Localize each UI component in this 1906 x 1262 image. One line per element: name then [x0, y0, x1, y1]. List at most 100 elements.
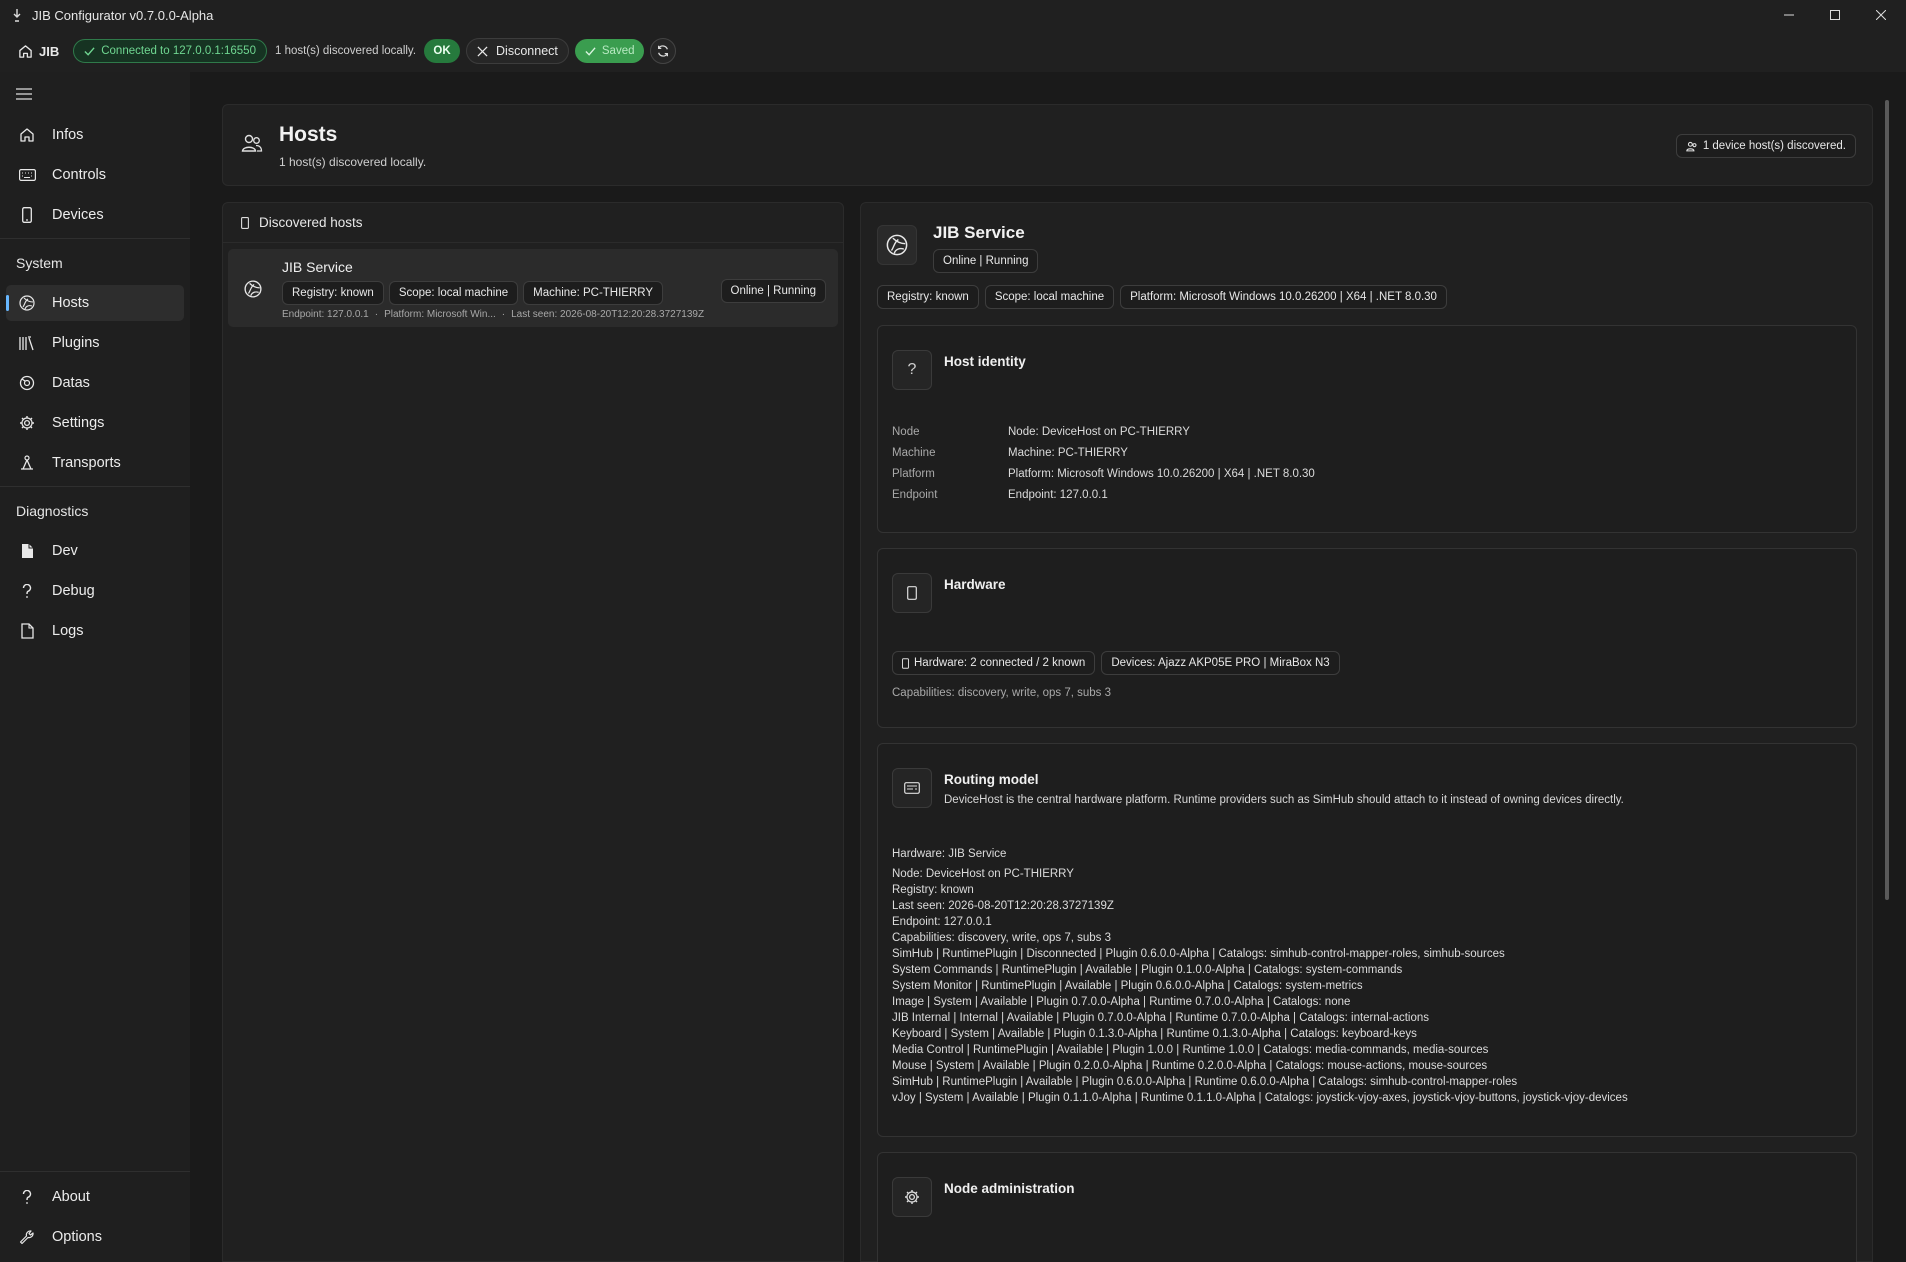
nav-label: Hosts — [52, 295, 90, 311]
host-name: JIB Service — [282, 259, 353, 275]
nav-item-devices[interactable]: Devices — [6, 197, 184, 233]
nav-item-controls[interactable]: Controls — [6, 157, 184, 193]
hosts-discovered-text: 1 host(s) discovered locally. — [274, 45, 417, 57]
ok-button[interactable]: OK — [424, 39, 461, 63]
host-identity-card: ? Host identity Node Node: DeviceHost on… — [877, 325, 1857, 533]
row-key: Endpoint — [892, 489, 938, 501]
nav-item-datas[interactable]: Datas — [6, 365, 184, 401]
scope-tag: Scope: local machine — [388, 281, 519, 305]
card-title: Routing model — [944, 772, 1039, 787]
vertical-scrollbar[interactable] — [1885, 100, 1889, 900]
connection-status-text: Connected to 127.0.0.1:16550 — [101, 45, 256, 57]
nav-item-hosts[interactable]: Hosts — [6, 285, 184, 321]
detail-tags: Registry: known Scope: local machine Pla… — [877, 285, 1447, 309]
divider — [0, 486, 190, 487]
device-icon — [241, 216, 249, 229]
connection-status-badge: Connected to 127.0.0.1:16550 — [73, 39, 267, 63]
nav-item-logs[interactable]: Logs — [6, 613, 184, 649]
device-icon — [902, 657, 909, 669]
routing-info-line: Node: DeviceHost on PC-THIERRY — [892, 868, 1074, 880]
hardware-tags: Hardware: 2 connected / 2 known Devices:… — [892, 651, 1340, 675]
home-icon — [19, 44, 32, 58]
row-value: Machine: PC-THIERRY — [1008, 447, 1128, 459]
nav-label: Infos — [52, 127, 84, 143]
nav-label: Plugins — [52, 335, 100, 351]
section-heading-system: System — [16, 255, 63, 271]
disconnect-button[interactable]: Disconnect — [466, 38, 569, 64]
refresh-button[interactable] — [650, 38, 677, 64]
nav-item-infos[interactable]: Infos — [6, 117, 184, 153]
separator-dot: · — [501, 309, 506, 320]
routing-info-line: Last seen: 2026-08-20T12:20:28.3727139Z — [892, 900, 1114, 912]
hardware-card: Hardware Hardware: 2 connected / 2 known… — [877, 548, 1857, 728]
toolbar: JIB Connected to 127.0.0.1:16550 1 host(… — [0, 30, 1906, 72]
window-title: JIB Configurator v0.7.0.0-Alpha — [32, 7, 214, 23]
globe-icon — [877, 225, 917, 265]
menu-toggle-button[interactable] — [16, 88, 34, 102]
host-platform: Platform: Microsoft Win... — [384, 309, 496, 320]
nav-label: Datas — [52, 375, 90, 391]
close-icon — [477, 45, 488, 57]
nav-item-options[interactable]: Options — [6, 1219, 184, 1255]
discovered-hosts-panel: Discovered hosts JIB Service Registry: k… — [222, 202, 844, 1262]
disconnect-label: Disconnect — [496, 44, 558, 58]
host-list-item[interactable]: JIB Service Registry: known Scope: local… — [228, 249, 838, 327]
node-administration-card: Node administration — [877, 1152, 1857, 1262]
users-icon — [241, 133, 263, 153]
maximize-button[interactable] — [1812, 0, 1858, 30]
hardware-summary-text: Hardware: 2 connected / 2 known — [914, 657, 1086, 669]
device-icon — [892, 573, 932, 613]
nav-item-plugins[interactable]: Plugins — [6, 325, 184, 361]
row-value: Platform: Microsoft Windows 10.0.26200 |… — [1008, 468, 1315, 480]
platform-tag: Platform: Microsoft Windows 10.0.26200 |… — [1120, 285, 1447, 309]
users-icon — [1686, 141, 1697, 151]
nav-item-transports[interactable]: Transports — [6, 445, 184, 481]
row-key: Platform — [892, 468, 935, 480]
minimize-button[interactable] — [1766, 0, 1812, 30]
library-icon — [18, 334, 36, 352]
home-icon — [18, 126, 36, 144]
globe-icon — [244, 280, 262, 298]
plugin-line: Mouse | System | Available | Plugin 0.2.… — [892, 1060, 1488, 1072]
gear-icon — [18, 414, 36, 432]
nav-item-dev[interactable]: Dev — [6, 533, 184, 569]
plugin-line: Keyboard | System | Available | Plugin 0… — [892, 1028, 1417, 1040]
keyboard-icon — [18, 166, 36, 184]
nav-item-about[interactable]: About — [6, 1179, 184, 1215]
saved-label: Saved — [601, 45, 635, 57]
device-icon — [18, 206, 36, 224]
host-detail-panel: JIB Service Online | Running Registry: k… — [860, 202, 1873, 1262]
plugin-line: vJoy | System | Available | Plugin 0.1.1… — [892, 1092, 1628, 1104]
device-hosts-text: 1 device host(s) discovered. — [1702, 140, 1846, 152]
plugin-line: SimHub | RuntimePlugin | Available | Plu… — [892, 1076, 1518, 1088]
plugin-line: Media Control | RuntimePlugin | Availabl… — [892, 1044, 1489, 1056]
machine-tag: Machine: PC-THIERRY — [523, 281, 664, 305]
routing-model-card: Routing model DeviceHost is the central … — [877, 743, 1857, 1137]
plugin-line: System Monitor | RuntimePlugin | Availab… — [892, 980, 1363, 992]
saved-button[interactable]: Saved — [574, 39, 645, 63]
nav-label: About — [52, 1189, 90, 1205]
panel-header: Discovered hosts — [223, 203, 843, 243]
question-icon — [18, 1188, 36, 1206]
nav-item-settings[interactable]: Settings — [6, 405, 184, 441]
nav-item-debug[interactable]: Debug — [6, 573, 184, 609]
nav-label: Devices — [52, 207, 104, 223]
routing-info-line: Registry: known — [892, 884, 974, 896]
close-button[interactable] — [1858, 0, 1904, 30]
registry-tag: Registry: known — [282, 281, 384, 305]
globe-icon — [18, 294, 36, 312]
host-endpoint: Endpoint: 127.0.0.1 — [282, 309, 369, 320]
refresh-icon — [658, 45, 669, 57]
nav-label: Logs — [52, 623, 84, 639]
hardware-summary-tag: Hardware: 2 connected / 2 known — [892, 651, 1096, 675]
document-icon — [18, 622, 36, 640]
home-button[interactable]: JIB — [18, 44, 59, 59]
transport-icon — [18, 454, 36, 472]
registry-tag: Registry: known — [877, 285, 979, 309]
device-hosts-badge: 1 device host(s) discovered. — [1675, 134, 1856, 158]
card-title: Hardware — [944, 577, 1006, 592]
nav-label: Settings — [52, 415, 105, 431]
wrench-icon — [18, 1228, 36, 1246]
question-icon — [18, 582, 36, 600]
plugin-line: SimHub | RuntimePlugin | Disconnected | … — [892, 948, 1505, 960]
